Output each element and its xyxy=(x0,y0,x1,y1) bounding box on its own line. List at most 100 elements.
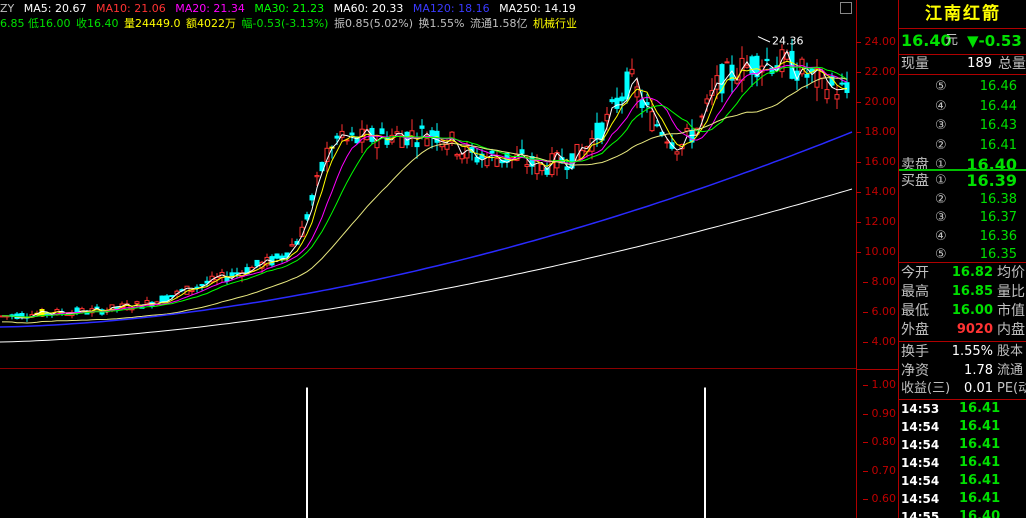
ma30-label: MA30: 21.23 xyxy=(254,2,325,15)
candle-body xyxy=(309,195,315,201)
tick-row[interactable]: 14:54 16.41 xyxy=(899,472,1026,490)
amount-label: 额4022万 xyxy=(186,17,236,30)
tick-time: 14:55 xyxy=(901,510,940,518)
price-tick: 22.00 xyxy=(855,65,896,78)
tick-price: 16.41 xyxy=(959,473,1001,488)
tick-row[interactable]: 14:54 16.41 xyxy=(899,418,1026,436)
candle-body xyxy=(824,89,830,100)
price-tick: 4.00 xyxy=(862,335,896,348)
high-marker-line xyxy=(757,36,771,43)
industry-label[interactable]: 机械行业 xyxy=(533,17,577,30)
price-tick: 10.00 xyxy=(855,245,896,258)
low-label: 低16.00 xyxy=(28,17,71,30)
price-tick: 20.00 xyxy=(855,95,896,108)
buy-level-price: 16.37 xyxy=(979,210,1017,225)
buy-level-row[interactable]: ③ 16.37 xyxy=(899,209,1026,227)
candle-body xyxy=(649,111,655,132)
candle-body xyxy=(84,312,90,315)
chart-corner-button[interactable] xyxy=(840,2,852,14)
ma60-label: MA60: 20.33 xyxy=(333,2,404,15)
candle-body xyxy=(229,272,235,277)
candle-body xyxy=(839,82,845,85)
ma120-line xyxy=(0,131,853,328)
buy-level-index: ④ xyxy=(935,228,947,244)
stat-row: 今开 16.82 均价 xyxy=(899,264,1026,282)
ma10-label: MA10: 21.06 xyxy=(95,2,166,15)
quote-sidebar: 江南红箭 16.40 元 ▼-0.53 现量 189 总量 ⑤ 16.46 ④ 16.… xyxy=(898,0,1026,518)
candle-body xyxy=(524,164,530,167)
stat-right-label: 均价 xyxy=(997,265,1025,281)
tick-row[interactable]: 14:54 16.41 xyxy=(899,436,1026,454)
candle-body xyxy=(424,138,430,147)
tick-time: 14:54 xyxy=(901,438,940,452)
kline-chart-area[interactable]: 24.36 ZY MA5: 20.67 MA10: 21.06 MA20: 21… xyxy=(0,0,856,518)
tick-row[interactable]: 14:55 16.40 xyxy=(899,508,1026,518)
stock-name: 江南红箭 xyxy=(925,4,1001,24)
buy-level-row[interactable]: ④ 16.36 xyxy=(899,228,1026,246)
candle-body xyxy=(764,58,770,62)
buy-level-price: 16.36 xyxy=(979,228,1017,244)
candle-body xyxy=(639,99,645,109)
stat-value: 16.00 xyxy=(951,303,993,318)
candle-body xyxy=(704,98,710,104)
tick-price: 16.41 xyxy=(959,401,1001,416)
tick-price: 16.41 xyxy=(959,437,1001,452)
sell-level-price: 16.41 xyxy=(979,137,1017,153)
tick-row[interactable]: 14:53 16.41 xyxy=(899,400,1026,418)
candle-body xyxy=(674,151,680,155)
sell-level-price: 16.46 xyxy=(979,79,1017,94)
candle-body xyxy=(419,125,425,129)
buy-level-row[interactable]: 买盘 ① 16.39 xyxy=(899,172,1026,190)
price-unit: 元 xyxy=(945,33,959,48)
buy-level-price: 16.38 xyxy=(979,191,1017,207)
tick-time: 14:53 xyxy=(901,402,940,416)
buy-level-index: ① xyxy=(935,173,947,188)
stat-row: 外盘 9020 内盘 xyxy=(899,321,1026,339)
candle-body xyxy=(594,122,600,140)
volume-tick: 0.80 xyxy=(862,435,896,448)
xianliang-value: 189 xyxy=(967,56,992,71)
sell-level-index: ② xyxy=(935,137,947,153)
ma250-label: MA250: 14.19 xyxy=(499,2,576,15)
candle-body xyxy=(724,61,730,64)
volume-tick: 0.60 xyxy=(862,492,896,505)
kline-chart[interactable]: 24.36 xyxy=(0,0,856,369)
sell-level-price: 16.44 xyxy=(979,98,1017,114)
candle-body xyxy=(629,68,635,75)
candle-body xyxy=(654,124,660,127)
stat-right-label: 市值 xyxy=(997,303,1025,319)
sell-level-index: ④ xyxy=(935,98,947,114)
price-tick: 8.00 xyxy=(862,275,896,288)
candle-body xyxy=(519,149,525,154)
ma120-label: MA120: 18.16 xyxy=(412,2,490,15)
candle-body xyxy=(804,73,810,78)
stat-value: 1.78 xyxy=(964,362,993,378)
amplitude-label: 振0.85(5.02%) xyxy=(333,17,413,30)
tick-price: 16.41 xyxy=(959,419,1001,434)
candle-body xyxy=(539,164,545,172)
tick-row[interactable]: 14:54 16.41 xyxy=(899,454,1026,472)
price-tick: 18.00 xyxy=(855,125,896,138)
sell-level-row[interactable]: ④ 16.44 xyxy=(899,98,1026,116)
stat-right-label: 内盘 xyxy=(997,322,1025,338)
ma5-label: MA5: 20.67 xyxy=(23,2,87,15)
buy-label: 买盘 xyxy=(901,173,929,189)
volume-chart[interactable] xyxy=(0,369,856,518)
candle-body xyxy=(289,244,295,247)
sell-level-row[interactable]: ⑤ 16.46 xyxy=(899,78,1026,96)
candle-body xyxy=(444,144,450,150)
ma30-line xyxy=(2,66,848,318)
candle-body xyxy=(844,82,850,93)
sell-level-row[interactable]: ② 16.41 xyxy=(899,137,1026,155)
zongliang-label: 总量 xyxy=(998,56,1026,72)
volume-label: 量24449.0 xyxy=(124,17,181,30)
tick-row[interactable]: 14:54 16.41 xyxy=(899,490,1026,508)
price-tick: 6.00 xyxy=(862,305,896,318)
close-label: 收16.40 xyxy=(76,17,119,30)
volume-tick: 1.00 xyxy=(862,378,896,391)
tick-time: 14:54 xyxy=(901,492,940,506)
buy-level-row[interactable]: ② 16.38 xyxy=(899,191,1026,209)
volume-tick: 0.90 xyxy=(862,406,896,420)
sell-level-row[interactable]: ③ 16.43 xyxy=(899,117,1026,135)
candle-body xyxy=(254,259,260,267)
